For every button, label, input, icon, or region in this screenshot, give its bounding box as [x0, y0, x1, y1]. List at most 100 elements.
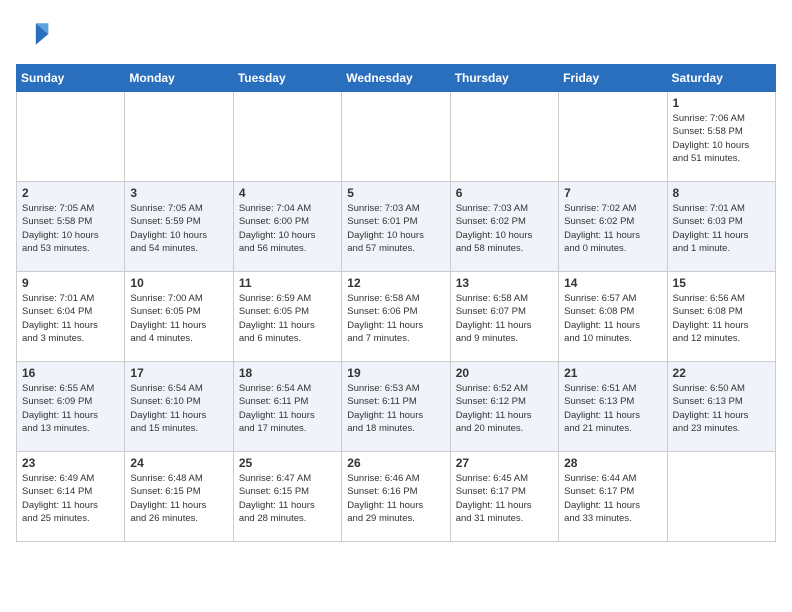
day-info: Sunrise: 6:55 AM Sunset: 6:09 PM Dayligh… — [22, 382, 119, 435]
day-number: 11 — [239, 276, 336, 290]
day-info: Sunrise: 6:50 AM Sunset: 6:13 PM Dayligh… — [673, 382, 770, 435]
day-info: Sunrise: 6:54 AM Sunset: 6:11 PM Dayligh… — [239, 382, 336, 435]
logo-icon — [16, 16, 52, 52]
calendar-cell: 14Sunrise: 6:57 AM Sunset: 6:08 PM Dayli… — [559, 272, 667, 362]
calendar-week-3: 9 Sunrise: 7:01 AM Sunset: 6:04 PM Daylig… — [17, 272, 776, 362]
day-info: Sunrise: 7:04 AM Sunset: 6:00 PM Dayligh… — [239, 202, 336, 255]
calendar-cell — [667, 452, 775, 542]
day-info: Sunrise: 7:05 AM Sunset: 5:58 PM Dayligh… — [22, 202, 119, 255]
weekday-header-friday: Friday — [559, 65, 667, 92]
day-info: Sunrise: 7:03 AM Sunset: 6:01 PM Dayligh… — [347, 202, 444, 255]
weekday-header-thursday: Thursday — [450, 65, 558, 92]
calendar-cell — [559, 92, 667, 182]
day-number: 7 — [564, 186, 661, 200]
calendar-cell: 27 Sunrise: 6:45 AM Sunset: 6:17 PM Dayli… — [450, 452, 558, 542]
calendar-cell: 22 Sunrise: 6:50 AM Sunset: 6:13 PM Dayli… — [667, 362, 775, 452]
day-info: Sunrise: 6:54 AM Sunset: 6:10 PM Dayligh… — [130, 382, 227, 435]
calendar-week-1: 1 Sunrise: 7:06 AM Sunset: 5:58 PM Daylig… — [17, 92, 776, 182]
calendar-cell: 25Sunrise: 6:47 AM Sunset: 6:15 PM Dayli… — [233, 452, 341, 542]
calendar-cell: 28 Sunrise: 6:44 AM Sunset: 6:17 PM Dayli… — [559, 452, 667, 542]
calendar-cell: 26 Sunrise: 6:46 AM Sunset: 6:16 PM Dayli… — [342, 452, 450, 542]
calendar-cell — [342, 92, 450, 182]
day-number: 8 — [673, 186, 770, 200]
calendar-cell: 19 Sunrise: 6:53 AM Sunset: 6:11 PM Dayli… — [342, 362, 450, 452]
day-info: Sunrise: 7:05 AM Sunset: 5:59 PM Dayligh… — [130, 202, 227, 255]
calendar-cell: 24 Sunrise: 6:48 AM Sunset: 6:15 PM Dayli… — [125, 452, 233, 542]
calendar-week-2: 2 Sunrise: 7:05 AM Sunset: 5:58 PM Daylig… — [17, 182, 776, 272]
calendar-cell — [450, 92, 558, 182]
calendar-cell: 21 Sunrise: 6:51 AM Sunset: 6:13 PM Dayli… — [559, 362, 667, 452]
weekday-header-sunday: Sunday — [17, 65, 125, 92]
calendar-cell: 1 Sunrise: 7:06 AM Sunset: 5:58 PM Daylig… — [667, 92, 775, 182]
day-number: 10 — [130, 276, 227, 290]
weekday-header-wednesday: Wednesday — [342, 65, 450, 92]
day-info: Sunrise: 7:03 AM Sunset: 6:02 PM Dayligh… — [456, 202, 553, 255]
day-info: Sunrise: 6:58 AM Sunset: 6:07 PM Dayligh… — [456, 292, 553, 345]
day-info: Sunrise: 7:02 AM Sunset: 6:02 PM Dayligh… — [564, 202, 661, 255]
day-number: 27 — [456, 456, 553, 470]
calendar-week-4: 16 Sunrise: 6:55 AM Sunset: 6:09 PM Dayli… — [17, 362, 776, 452]
calendar-cell — [125, 92, 233, 182]
day-number: 2 — [22, 186, 119, 200]
weekday-header-saturday: Saturday — [667, 65, 775, 92]
day-info: Sunrise: 6:46 AM Sunset: 6:16 PM Dayligh… — [347, 472, 444, 525]
day-info: Sunrise: 7:06 AM Sunset: 5:58 PM Dayligh… — [673, 112, 770, 165]
day-info: Sunrise: 6:59 AM Sunset: 6:05 PM Dayligh… — [239, 292, 336, 345]
calendar-cell — [233, 92, 341, 182]
day-info: Sunrise: 7:00 AM Sunset: 6:05 PM Dayligh… — [130, 292, 227, 345]
calendar-cell: 3 Sunrise: 7:05 AM Sunset: 5:59 PM Daylig… — [125, 182, 233, 272]
calendar-cell: 18 Sunrise: 6:54 AM Sunset: 6:11 PM Dayli… — [233, 362, 341, 452]
calendar-cell: 6 Sunrise: 7:03 AM Sunset: 6:02 PM Daylig… — [450, 182, 558, 272]
calendar-header-row: SundayMondayTuesdayWednesdayThursdayFrid… — [17, 65, 776, 92]
day-number: 17 — [130, 366, 227, 380]
weekday-header-monday: Monday — [125, 65, 233, 92]
calendar-cell: 10 Sunrise: 7:00 AM Sunset: 6:05 PM Dayli… — [125, 272, 233, 362]
day-info: Sunrise: 7:01 AM Sunset: 6:03 PM Dayligh… — [673, 202, 770, 255]
day-number: 3 — [130, 186, 227, 200]
day-info: Sunrise: 6:45 AM Sunset: 6:17 PM Dayligh… — [456, 472, 553, 525]
day-info: Sunrise: 6:53 AM Sunset: 6:11 PM Dayligh… — [347, 382, 444, 435]
calendar-cell: 16 Sunrise: 6:55 AM Sunset: 6:09 PM Dayli… — [17, 362, 125, 452]
day-info: Sunrise: 6:51 AM Sunset: 6:13 PM Dayligh… — [564, 382, 661, 435]
day-info: Sunrise: 6:58 AM Sunset: 6:06 PM Dayligh… — [347, 292, 444, 345]
calendar-week-5: 23 Sunrise: 6:49 AM Sunset: 6:14 PM Dayli… — [17, 452, 776, 542]
calendar-cell: 7 Sunrise: 7:02 AM Sunset: 6:02 PM Daylig… — [559, 182, 667, 272]
calendar-cell — [17, 92, 125, 182]
day-info: Sunrise: 6:48 AM Sunset: 6:15 PM Dayligh… — [130, 472, 227, 525]
day-number: 5 — [347, 186, 444, 200]
day-info: Sunrise: 6:44 AM Sunset: 6:17 PM Dayligh… — [564, 472, 661, 525]
day-number: 12 — [347, 276, 444, 290]
day-number: 4 — [239, 186, 336, 200]
day-number: 18 — [239, 366, 336, 380]
day-info: Sunrise: 6:56 AM Sunset: 6:08 PM Dayligh… — [673, 292, 770, 345]
logo — [16, 16, 56, 52]
day-number: 9 — [22, 276, 119, 290]
day-number: 28 — [564, 456, 661, 470]
day-info: Sunrise: 6:52 AM Sunset: 6:12 PM Dayligh… — [456, 382, 553, 435]
day-info: Sunrise: 6:49 AM Sunset: 6:14 PM Dayligh… — [22, 472, 119, 525]
day-info: Sunrise: 7:01 AM Sunset: 6:04 PM Dayligh… — [22, 292, 119, 345]
calendar-cell: 23 Sunrise: 6:49 AM Sunset: 6:14 PM Dayli… — [17, 452, 125, 542]
day-number: 22 — [673, 366, 770, 380]
day-info: Sunrise: 6:47 AM Sunset: 6:15 PM Dayligh… — [239, 472, 336, 525]
day-number: 26 — [347, 456, 444, 470]
calendar-cell: 12 Sunrise: 6:58 AM Sunset: 6:06 PM Dayli… — [342, 272, 450, 362]
calendar-cell: 8 Sunrise: 7:01 AM Sunset: 6:03 PM Daylig… — [667, 182, 775, 272]
day-number: 24 — [130, 456, 227, 470]
day-number: 13 — [456, 276, 553, 290]
day-number: 20 — [456, 366, 553, 380]
day-number: 6 — [456, 186, 553, 200]
calendar-cell: 2 Sunrise: 7:05 AM Sunset: 5:58 PM Daylig… — [17, 182, 125, 272]
calendar-cell: 20 Sunrise: 6:52 AM Sunset: 6:12 PM Dayli… — [450, 362, 558, 452]
day-number: 21 — [564, 366, 661, 380]
calendar-cell: 15 Sunrise: 6:56 AM Sunset: 6:08 PM Dayli… — [667, 272, 775, 362]
day-number: 14 — [564, 276, 661, 290]
day-number: 1 — [673, 96, 770, 110]
day-number: 16 — [22, 366, 119, 380]
calendar-cell: 11 Sunrise: 6:59 AM Sunset: 6:05 PM Dayli… — [233, 272, 341, 362]
day-number: 19 — [347, 366, 444, 380]
day-number: 23 — [22, 456, 119, 470]
calendar-cell: 4 Sunrise: 7:04 AM Sunset: 6:00 PM Daylig… — [233, 182, 341, 272]
day-number: 15 — [673, 276, 770, 290]
page-header — [16, 16, 776, 52]
